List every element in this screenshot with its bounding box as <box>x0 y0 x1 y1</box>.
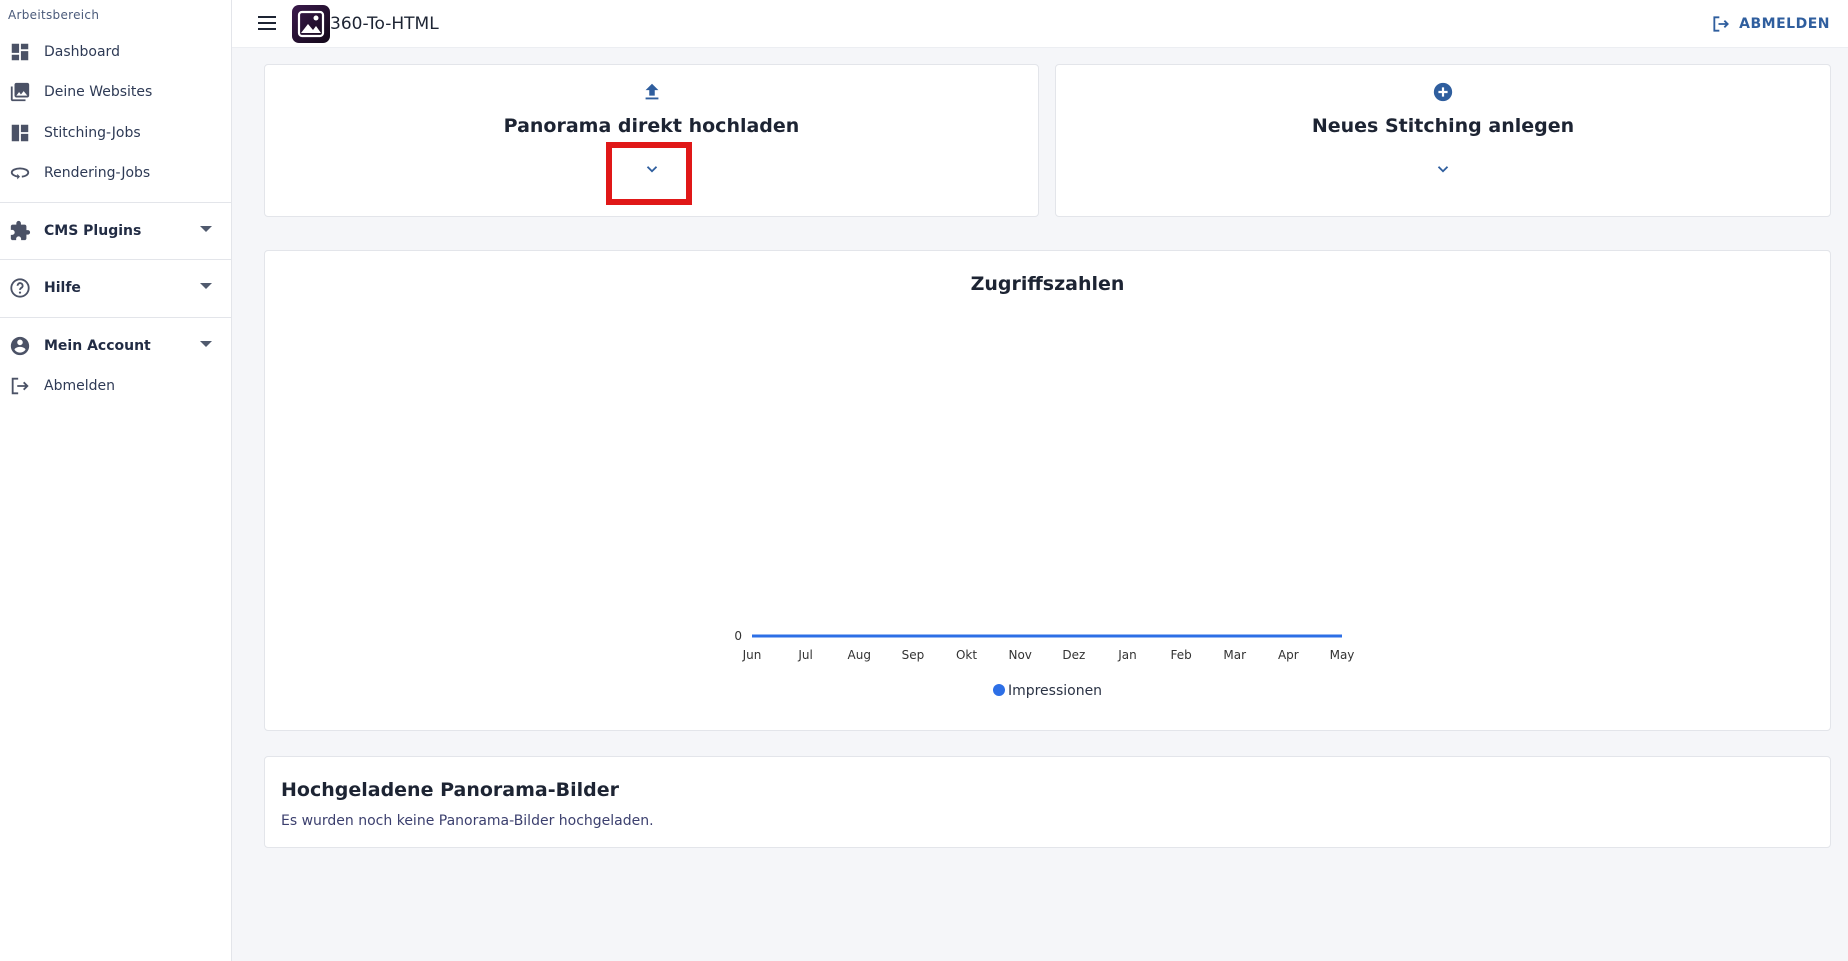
logout-icon <box>11 377 29 395</box>
upload-icon <box>645 83 658 100</box>
highlight-box <box>606 142 692 205</box>
logout-button[interactable]: ABMELDEN <box>1711 12 1830 36</box>
sidebar-item-label: Stitching-Jobs <box>44 125 141 141</box>
chart-legend[interactable]: Impressionen <box>265 683 1830 699</box>
chevron-down-icon <box>200 341 212 347</box>
sidebar-item-dashboard[interactable]: Dashboard <box>0 32 232 72</box>
sidebar-item-websites[interactable]: Deine Websites <box>0 72 232 112</box>
menu-icon[interactable] <box>258 16 276 30</box>
dashboard-icon <box>11 43 29 61</box>
sidebar-item-label: Abmelden <box>44 378 115 394</box>
x-tick-label: Sep <box>902 648 925 662</box>
rotate-360-icon <box>10 167 30 180</box>
sidebar-item-rendering-jobs[interactable]: Rendering-Jobs <box>0 153 232 193</box>
x-tick-label: Okt <box>956 648 977 662</box>
sidebar-item-abmelden[interactable]: Abmelden <box>0 366 232 406</box>
sidebar-item-label: CMS Plugins <box>44 223 142 239</box>
sidebar-item-label: Mein Account <box>44 338 151 354</box>
x-tick-label: Mar <box>1223 648 1246 662</box>
photo-library-icon <box>10 82 30 102</box>
x-tick-label: May <box>1330 648 1355 662</box>
x-tick-label: Nov <box>1008 648 1031 662</box>
y-tick-label: 0 <box>734 629 742 643</box>
chevron-down-icon <box>200 283 212 289</box>
chevron-down-icon <box>1437 166 1449 173</box>
x-tick-label: Jun <box>742 648 762 662</box>
top-bar: 360-To-HTML ABMELDEN <box>232 0 1848 48</box>
logout-label: ABMELDEN <box>1739 16 1830 32</box>
sidebar-item-label: Rendering-Jobs <box>44 165 151 181</box>
grid-layout-icon <box>11 124 29 142</box>
x-tick-label: Jul <box>797 648 812 662</box>
stitching-card-title: Neues Stitching anlegen <box>1311 115 1575 137</box>
app-logo <box>292 5 330 43</box>
upload-card-title: Panorama direkt hochladen <box>503 115 800 137</box>
sidebar-item-label: Hilfe <box>44 280 81 296</box>
sidebar-divider <box>0 317 232 318</box>
stitching-expand-button[interactable] <box>1425 151 1461 187</box>
uploaded-images-title: Hochgeladene Panorama-Bilder <box>281 779 619 801</box>
x-tick-label: Feb <box>1170 648 1191 662</box>
legend-label: Impressionen <box>1007 683 1103 699</box>
sidebar-divider <box>0 202 232 203</box>
x-tick-label: Jan <box>1117 648 1137 662</box>
sidebar-item-mein-account[interactable]: Mein Account <box>0 326 232 366</box>
logout-icon <box>1713 16 1730 32</box>
workspace-label: Arbeitsbereich <box>8 8 100 22</box>
chart-card: Zugriffszahlen 0 Jun Jul Aug Sep Okt Nov Dez Jan… <box>264 250 1831 731</box>
app-title: 360-To-HTML <box>330 14 439 34</box>
empty-state-text: Es wurden noch keine Panorama-Bilder hoc… <box>281 813 654 829</box>
x-tick-label: Aug <box>848 648 871 662</box>
help-circle-icon <box>10 278 30 298</box>
new-stitching-card: Neues Stitching anlegen <box>1055 64 1831 217</box>
x-tick-label: Dez <box>1062 648 1085 662</box>
sidebar-item-label: Deine Websites <box>44 84 153 100</box>
uploaded-images-card: Hochgeladene Panorama-Bilder Es wurden n… <box>264 756 1831 848</box>
sidebar-item-stitching-jobs[interactable]: Stitching-Jobs <box>0 113 232 153</box>
sidebar-item-label: Dashboard <box>44 44 120 60</box>
account-circle-icon <box>10 336 30 356</box>
access-chart: 0Jun Jul Aug Sep Okt Nov Dez Jan Feb Mar Apr May <box>734 629 1355 662</box>
sidebar-item-hilfe[interactable]: Hilfe <box>0 268 232 308</box>
legend-dot <box>992 684 1005 696</box>
puzzle-icon <box>10 220 31 241</box>
chevron-down-icon <box>200 226 212 232</box>
sidebar: Arbeitsbereich Dashboard Deine Websites … <box>0 0 232 961</box>
x-tick-label: Apr <box>1278 648 1299 662</box>
add-circle-icon <box>1433 82 1453 102</box>
sidebar-divider <box>0 259 232 260</box>
sidebar-item-cms-plugins[interactable]: CMS Plugins <box>0 211 232 251</box>
